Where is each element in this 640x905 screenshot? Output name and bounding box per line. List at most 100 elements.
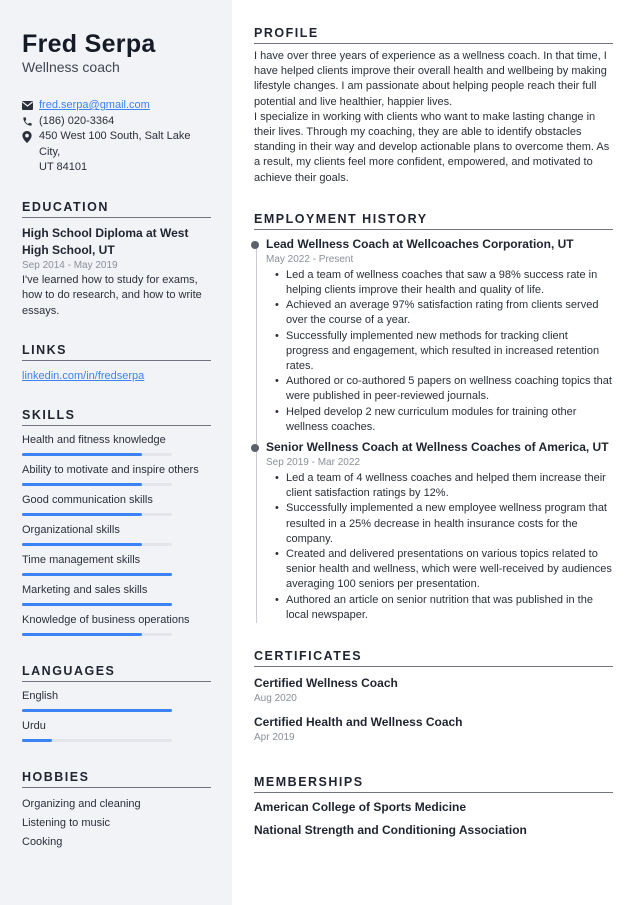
- job-dates: May 2022 - Present: [266, 253, 354, 265]
- job-bullet: Successfully implemented a new employee …: [275, 501, 613, 547]
- education-dates: Sep 2014 - May 2019: [22, 259, 118, 271]
- hobby-item: Listening to music: [22, 817, 111, 829]
- hobbies-list: Organizing and cleaning Listening to musi…: [22, 795, 211, 852]
- linkedin-link[interactable]: linkedin.com/in/fredserpa: [22, 370, 144, 382]
- level-bar-fill: [22, 513, 142, 516]
- contact-address-row: 450 West 100 South, Salt Lake City, UT 8…: [22, 129, 211, 176]
- skills-section: SKILLS Health and fitness knowledge Abili…: [22, 408, 211, 636]
- job-bullet: Led a team of 4 wellness coaches and hel…: [275, 471, 613, 501]
- skills-list: Health and fitness knowledge Ability to m…: [22, 433, 211, 636]
- skill-item: Organizational skills: [22, 523, 211, 546]
- level-bar-fill: [22, 453, 142, 456]
- level-bar-track: [22, 483, 172, 486]
- level-bar-track: [22, 543, 172, 546]
- phone-number: (186) 020-3364: [39, 114, 115, 127]
- job-bullet: Helped develop 2 new curriculum modules …: [275, 405, 613, 435]
- level-bar-fill: [22, 739, 52, 742]
- envelope-icon: [22, 98, 39, 113]
- address-line-2: UT 84101: [39, 161, 88, 173]
- candidate-title: Wellness coach: [22, 59, 120, 75]
- certificates-heading: CERTIFICATES: [254, 649, 613, 668]
- job-title: Lead Wellness Coach at Wellcoaches Corpo…: [266, 236, 574, 251]
- links-section: LINKS linkedin.com/in/fredserpa: [22, 343, 211, 384]
- hobby-item: Organizing and cleaning: [22, 798, 141, 810]
- education-title: High School Diploma at West High School,…: [22, 225, 189, 257]
- memberships-section: MEMBERSHIPS American College of Sports M…: [254, 775, 613, 839]
- job-dates: Sep 2019 - Mar 2022: [266, 457, 360, 469]
- employment-timeline: Lead Wellness Coach at Wellcoaches Corpo…: [251, 236, 613, 624]
- certificate-title: Certified Wellness Coach: [254, 676, 398, 691]
- profile-paragraph: I have over three years of experience as…: [254, 50, 607, 108]
- level-bar-fill: [22, 709, 172, 712]
- skill-label: Knowledge of business operations: [22, 614, 190, 626]
- map-pin-icon: [22, 129, 39, 144]
- memberships-list: American College of Sports Medicine Natio…: [254, 799, 613, 839]
- education-description: I've learned how to study for exams, how…: [22, 273, 202, 317]
- languages-list: English Urdu: [22, 689, 211, 742]
- phone-icon: [22, 114, 39, 129]
- job-entry: Senior Wellness Coach at Wellness Coache…: [251, 439, 613, 623]
- level-bar-fill: [22, 483, 142, 486]
- membership-item: American College of Sports Medicine: [254, 800, 467, 815]
- skill-item: Time management skills: [22, 553, 211, 576]
- employment-heading: EMPLOYMENT HISTORY: [254, 212, 613, 230]
- membership-item: National Strength and Conditioning Assoc…: [254, 823, 527, 838]
- skill-label: Organizational skills: [22, 524, 120, 536]
- job-title: Senior Wellness Coach at Wellness Coache…: [266, 440, 609, 455]
- profile-paragraph: I specialize in working with clients who…: [254, 110, 610, 184]
- level-bar-fill: [22, 633, 142, 636]
- level-bar-track: [22, 603, 172, 606]
- level-bar-track: [22, 709, 172, 712]
- certificate-title: Certified Health and Wellness Coach: [254, 715, 463, 730]
- hobbies-heading: HOBBIES: [22, 770, 211, 788]
- level-bar-track: [22, 453, 172, 456]
- certificate-date: Aug 2020: [254, 693, 297, 705]
- skills-heading: SKILLS: [22, 408, 211, 426]
- email-link[interactable]: fred.serpa@gmail.com: [39, 98, 150, 114]
- sidebar: Fred Serpa Wellness coach fred.serpa@gma…: [0, 0, 232, 905]
- job-bullets: Led a team of wellness coaches that saw …: [266, 268, 613, 435]
- skill-label: Marketing and sales skills: [22, 584, 148, 596]
- skill-label: Good communication skills: [22, 494, 153, 506]
- job-bullet: Led a team of wellness coaches that saw …: [275, 268, 613, 298]
- certificate-item: Certified Wellness Coach Aug 2020: [254, 675, 613, 706]
- language-label: English: [22, 690, 59, 702]
- hobby-item: Cooking: [22, 836, 63, 848]
- certificates-section: CERTIFICATES Certified Wellness Coach Aug…: [254, 649, 613, 745]
- skill-label: Time management skills: [22, 554, 141, 566]
- level-bar-fill: [22, 543, 142, 546]
- timeline-dot-icon: [251, 240, 259, 249]
- skill-item: Health and fitness knowledge: [22, 433, 211, 456]
- education-section: EDUCATION High School Diploma at West Hi…: [22, 200, 211, 320]
- main-content: PROFILE I have over three years of exper…: [232, 0, 640, 905]
- job-bullet: Successfully implemented new methods for…: [275, 329, 613, 375]
- certificate-item: Certified Health and Wellness Coach Apr 2…: [254, 714, 613, 745]
- candidate-name: Fred Serpa: [22, 30, 156, 58]
- job-bullet: Authored or co-authored 5 papers on well…: [275, 374, 613, 404]
- skill-item: Ability to motivate and inspire others: [22, 463, 211, 486]
- contact-details: fred.serpa@gmail.com (186) 020-3364 450 …: [22, 98, 211, 176]
- links-heading: LINKS: [22, 343, 211, 361]
- contact-phone-row: (186) 020-3364: [22, 114, 211, 130]
- level-bar-fill: [22, 603, 172, 606]
- resume-page: Fred Serpa Wellness coach fred.serpa@gma…: [0, 0, 640, 905]
- level-bar-track: [22, 513, 172, 516]
- timeline-dot-icon: [251, 444, 259, 453]
- level-bar-track: [22, 573, 172, 576]
- level-bar-track: [22, 633, 172, 636]
- job-entry: Lead Wellness Coach at Wellcoaches Corpo…: [251, 236, 613, 435]
- employment-section: EMPLOYMENT HISTORY Lead Wellness Coach a…: [251, 212, 613, 624]
- job-bullet: Achieved an average 97% satisfaction rat…: [275, 298, 613, 328]
- contact-email-row: fred.serpa@gmail.com: [22, 98, 211, 114]
- languages-section: LANGUAGES English Urdu: [22, 664, 211, 742]
- profile-heading: PROFILE: [254, 26, 613, 44]
- languages-heading: LANGUAGES: [22, 664, 211, 682]
- job-bullets: Led a team of 4 wellness coaches and hel…: [266, 471, 613, 623]
- address: 450 West 100 South, Salt Lake City, UT 8…: [39, 129, 211, 176]
- language-label: Urdu: [22, 720, 46, 732]
- education-heading: EDUCATION: [22, 200, 211, 218]
- certificate-date: Apr 2019: [254, 732, 295, 744]
- skill-item: Marketing and sales skills: [22, 583, 211, 606]
- language-item: English: [22, 689, 211, 712]
- skill-label: Ability to motivate and inspire others: [22, 464, 199, 476]
